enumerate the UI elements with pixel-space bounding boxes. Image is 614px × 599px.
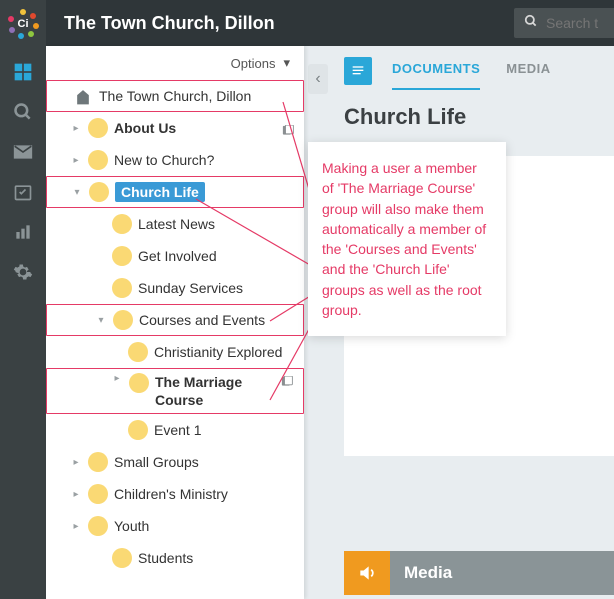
rail-settings-icon[interactable] bbox=[0, 252, 46, 292]
tree-label: Sunday Services bbox=[138, 280, 296, 296]
tree-label: Courses and Events bbox=[139, 312, 295, 328]
tree-label: Youth bbox=[114, 518, 296, 534]
tree-label: Small Groups bbox=[114, 454, 296, 470]
tree-twisty-icon[interactable]: ▸ bbox=[70, 123, 82, 134]
tree-label: Event 1 bbox=[154, 422, 296, 438]
folder-dot-icon bbox=[88, 452, 108, 472]
tree: The Town Church, Dillon ▸ About Us ▸ New… bbox=[46, 80, 304, 574]
options-menu[interactable]: Options ▾ bbox=[46, 46, 304, 80]
speaker-icon bbox=[344, 551, 390, 595]
document-icon bbox=[282, 122, 296, 134]
chevron-down-icon: ▾ bbox=[283, 55, 290, 71]
tree-twisty-icon[interactable]: ▸ bbox=[70, 489, 82, 500]
search-box[interactable] bbox=[514, 8, 614, 38]
tree-label: Students bbox=[138, 550, 296, 566]
page-title: The Town Church, Dillon bbox=[46, 13, 514, 34]
tree-label: Children's Ministry bbox=[114, 486, 296, 502]
tree-twisty-icon[interactable]: ▸ bbox=[70, 521, 82, 532]
tree-item-christianity-explored[interactable]: Christianity Explored bbox=[46, 336, 304, 368]
tree-twisty-icon[interactable]: ▸ bbox=[70, 457, 82, 468]
folder-dot-icon bbox=[112, 246, 132, 266]
tree-item-get-involved[interactable]: Get Involved bbox=[46, 240, 304, 272]
tree-label: Church Life bbox=[115, 182, 205, 202]
tree-item-event-1[interactable]: Event 1 bbox=[46, 414, 304, 446]
tree-item-new-to-church[interactable]: ▸ New to Church? bbox=[46, 144, 304, 176]
tree-item-sunday-services[interactable]: Sunday Services bbox=[46, 272, 304, 304]
options-label: Options bbox=[231, 56, 276, 71]
folder-dot-icon bbox=[88, 118, 108, 138]
tree-label: The Marriage Course bbox=[155, 373, 275, 409]
tree-label: About Us bbox=[114, 120, 276, 136]
folder-dot-icon bbox=[88, 484, 108, 504]
sidebar: Options ▾ The Town Church, Dillon ▸ Abou… bbox=[46, 46, 304, 599]
folder-dot-icon bbox=[129, 373, 149, 393]
tree-item-small-groups[interactable]: ▸ Small Groups bbox=[46, 446, 304, 478]
tree-root-label: The Town Church, Dillon bbox=[99, 88, 295, 104]
left-rail bbox=[0, 46, 46, 599]
folder-dot-icon bbox=[112, 214, 132, 234]
rail-mail-icon[interactable] bbox=[0, 132, 46, 172]
rail-dashboard-icon[interactable] bbox=[0, 52, 46, 92]
search-icon bbox=[524, 14, 538, 33]
tree-item-students[interactable]: Students bbox=[46, 542, 304, 574]
tree-label: Latest News bbox=[138, 216, 296, 232]
media-header[interactable]: Media bbox=[344, 551, 614, 595]
folder-dot-icon bbox=[89, 182, 109, 202]
collapse-sidebar-button[interactable]: ‹ bbox=[308, 64, 328, 94]
tree-item-marriage-course[interactable]: ▸ The Marriage Course bbox=[46, 368, 304, 414]
tree-twisty-icon[interactable]: ▸ bbox=[70, 155, 82, 166]
tree-root[interactable]: The Town Church, Dillon bbox=[46, 80, 304, 112]
rail-calendar-icon[interactable] bbox=[0, 172, 46, 212]
documents-icon bbox=[344, 57, 372, 85]
folder-dot-icon bbox=[88, 150, 108, 170]
rail-search-icon[interactable] bbox=[0, 92, 46, 132]
search-input[interactable] bbox=[546, 15, 606, 31]
tree-twisty-open-icon[interactable]: ▾ bbox=[95, 315, 107, 326]
content-page-title: Church Life bbox=[304, 96, 614, 148]
folder-dot-icon bbox=[112, 278, 132, 298]
top-bar: Ci The Town Church, Dillon bbox=[0, 0, 614, 46]
tree-label: New to Church? bbox=[114, 152, 296, 168]
folder-dot-icon bbox=[88, 516, 108, 536]
folder-dot-icon bbox=[128, 420, 148, 440]
tree-item-childrens-ministry[interactable]: ▸ Children's Ministry bbox=[46, 478, 304, 510]
tree-item-courses-events[interactable]: ▾ Courses and Events bbox=[46, 304, 304, 336]
content-tabs: DOCUMENTS MEDIA bbox=[304, 46, 614, 96]
tree-item-about-us[interactable]: ▸ About Us bbox=[46, 112, 304, 144]
annotation-text: Making a user a member of 'The Marriage … bbox=[322, 160, 486, 318]
church-icon bbox=[73, 86, 93, 106]
tab-documents[interactable]: DOCUMENTS bbox=[392, 61, 480, 82]
annotation-note: Making a user a member of 'The Marriage … bbox=[308, 142, 506, 336]
svg-text:Ci: Ci bbox=[18, 18, 29, 30]
document-icon bbox=[281, 373, 295, 385]
tree-twisty-icon[interactable]: ▸ bbox=[111, 373, 123, 384]
tab-media[interactable]: MEDIA bbox=[506, 61, 550, 82]
tree-label: Get Involved bbox=[138, 248, 296, 264]
tree-twisty-open-icon[interactable]: ▾ bbox=[71, 187, 83, 198]
media-header-label: Media bbox=[404, 563, 452, 583]
folder-dot-icon bbox=[112, 548, 132, 568]
tree-label: Christianity Explored bbox=[154, 344, 296, 360]
tree-item-church-life[interactable]: ▾ Church Life bbox=[46, 176, 304, 208]
folder-dot-icon bbox=[128, 342, 148, 362]
folder-dot-icon bbox=[113, 310, 133, 330]
tree-item-youth[interactable]: ▸ Youth bbox=[46, 510, 304, 542]
tree-item-latest-news[interactable]: Latest News bbox=[46, 208, 304, 240]
rail-chart-icon[interactable] bbox=[0, 212, 46, 252]
app-logo[interactable]: Ci bbox=[0, 0, 46, 46]
